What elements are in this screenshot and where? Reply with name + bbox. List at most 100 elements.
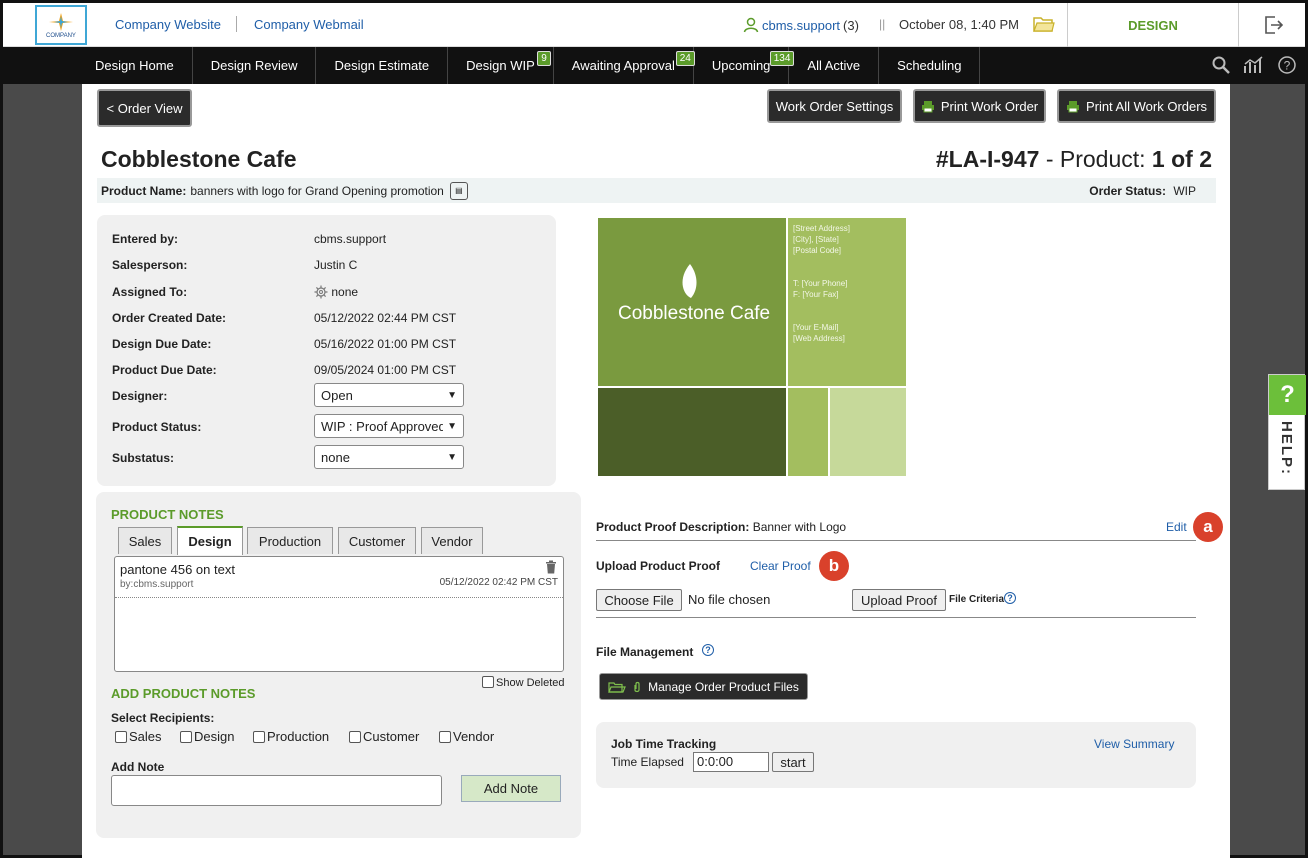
help-label: HELP: [1278,421,1295,476]
recipient-production[interactable]: Production [253,729,329,744]
order-status-label: Order Status: [1089,184,1166,198]
help-circle-icon[interactable]: ? [1277,55,1297,75]
main-nav: Design Home Design Review Design Estimat… [3,47,1305,84]
nav-badge: 9 [537,51,551,66]
work-order-settings-button[interactable]: Work Order Settings [767,89,902,123]
logout-icon[interactable] [1263,15,1285,35]
clear-proof-link[interactable]: Clear Proof [750,559,811,573]
product-name: banners with logo for Grand Opening prom… [190,183,444,198]
select-value: Open [321,387,353,403]
user-count: (3) [843,17,859,33]
start-timer-button[interactable]: start [772,752,814,772]
nav-label: Design Review [210,58,298,73]
recipient-vendor[interactable]: Vendor [439,729,494,744]
nav-awaiting-approval[interactable]: Awaiting Approval 24 [554,47,695,84]
designer-select[interactable]: Open ▼ [314,383,464,407]
recipient-sales[interactable]: Sales [115,729,162,744]
customer-name: Cobblestone Cafe [101,146,297,172]
product-status-select[interactable]: WIP : Proof Approved ▼ [314,414,464,438]
print-work-order-button[interactable]: Print Work Order [913,89,1046,123]
tab-customer[interactable]: Customer [338,527,416,554]
nav-all-active[interactable]: All Active [789,47,880,84]
user-menu[interactable]: cbms.support (3) [743,17,859,33]
analytics-icon[interactable] [1243,55,1265,75]
field-label: Order Created Date: [112,311,227,325]
help-side-tab[interactable]: ? HELP: [1268,374,1306,490]
product-notes-panel: PRODUCT NOTES Sales Design Production Cu… [96,492,581,838]
proof-line: [Your E-Mail] [793,323,839,332]
proof-preview-image[interactable]: Cobblestone Cafe [Street Address] [City]… [598,218,906,476]
checkbox[interactable] [253,731,265,743]
company-webmail-link[interactable]: Company Webmail [254,17,364,32]
checkbox[interactable] [180,731,192,743]
proof-line: F: [Your Fax] [793,290,839,299]
proof-line: T: [Your Phone] [793,279,848,288]
field-label: Designer: [112,389,168,403]
field-value: 05/16/2022 01:00 PM CST [314,337,457,351]
product-name-bar: Product Name: banners with logo for Gran… [97,178,1216,203]
nav-design-review[interactable]: Design Review [193,47,317,84]
nav-scheduling[interactable]: Scheduling [879,47,981,84]
nav-label: Upcoming [711,58,771,73]
view-summary-link[interactable]: View Summary [1094,737,1174,751]
print-all-work-orders-button[interactable]: Print All Work Orders [1057,89,1216,123]
folder-icon[interactable] [1033,15,1055,33]
note-text: pantone 456 on text [120,562,235,577]
file-management-help-icon[interactable]: ? [702,644,714,656]
design-module-tab[interactable]: DESIGN [1067,3,1239,47]
company-logo[interactable]: COMPANY [35,5,87,45]
choose-file-button[interactable]: Choose File [596,589,682,611]
checkbox[interactable] [482,676,494,688]
checkbox[interactable] [115,731,127,743]
checkbox[interactable] [439,731,451,743]
tab-design[interactable]: Design [177,526,243,555]
nav-design-home[interactable]: Design Home [77,47,193,84]
add-note-textarea[interactable] [111,775,442,806]
tab-production[interactable]: Production [247,527,333,554]
svg-text:?: ? [1284,59,1291,73]
tab-sales[interactable]: Sales [118,527,172,554]
assigned-value: none [331,285,359,299]
select-recipients-label: Select Recipients: [111,711,215,725]
field-value[interactable]: none [314,285,358,299]
upload-proof-button[interactable]: Upload Proof [852,589,946,611]
product-details-icon[interactable]: ▤ [449,181,468,200]
user-name: cbms.support [762,17,841,33]
field-label: Product Status: [112,420,202,434]
recipient-design[interactable]: Design [180,729,234,744]
order-status: Order Status: WIP [1089,184,1196,198]
checkbox[interactable] [349,731,361,743]
order-view-button[interactable]: < Order View [97,89,192,127]
show-deleted-checkbox[interactable]: Show Deleted [482,676,565,689]
printer-icon [921,100,934,112]
checkbox-label: Production [267,729,330,744]
logo-text: COMPANY [46,33,76,39]
button-label: Print All Work Orders [1085,98,1208,114]
nav-design-estimate[interactable]: Design Estimate [316,47,449,84]
add-note-button[interactable]: Add Note [461,775,561,802]
nav-design-wip[interactable]: Design WIP 9 [448,47,554,84]
tab-vendor[interactable]: Vendor [421,527,483,554]
company-website-link[interactable]: Company Website [115,17,221,32]
folder-icon [608,681,627,693]
product-label: - Product: [1045,146,1146,172]
substatus-select[interactable]: none ▼ [314,445,464,469]
file-criteria-label: File Criteria [949,594,1005,605]
nav-upcoming[interactable]: Upcoming 134 [694,47,795,84]
divider [596,540,1196,541]
recipient-customer[interactable]: Customer [349,729,419,744]
job-time-tracking-heading: Job Time Tracking [611,737,717,751]
proof-line: [Web Address] [793,334,845,343]
order-status-value: WIP [1173,184,1196,198]
printer-icon [1066,100,1079,112]
select-value: none [321,449,350,465]
time-elapsed-label: Time Elapsed [611,755,684,769]
file-criteria-help-icon[interactable]: ? [1004,592,1016,604]
chevron-down-icon: ▼ [447,420,457,432]
edit-description-link[interactable]: Edit [1166,520,1187,534]
time-elapsed-input[interactable]: 0:0:00 [693,752,769,772]
search-icon[interactable] [1211,55,1231,75]
manage-order-product-files-button[interactable]: Manage Order Product Files [599,673,808,700]
trash-icon[interactable] [545,560,557,574]
divider [596,617,1196,618]
